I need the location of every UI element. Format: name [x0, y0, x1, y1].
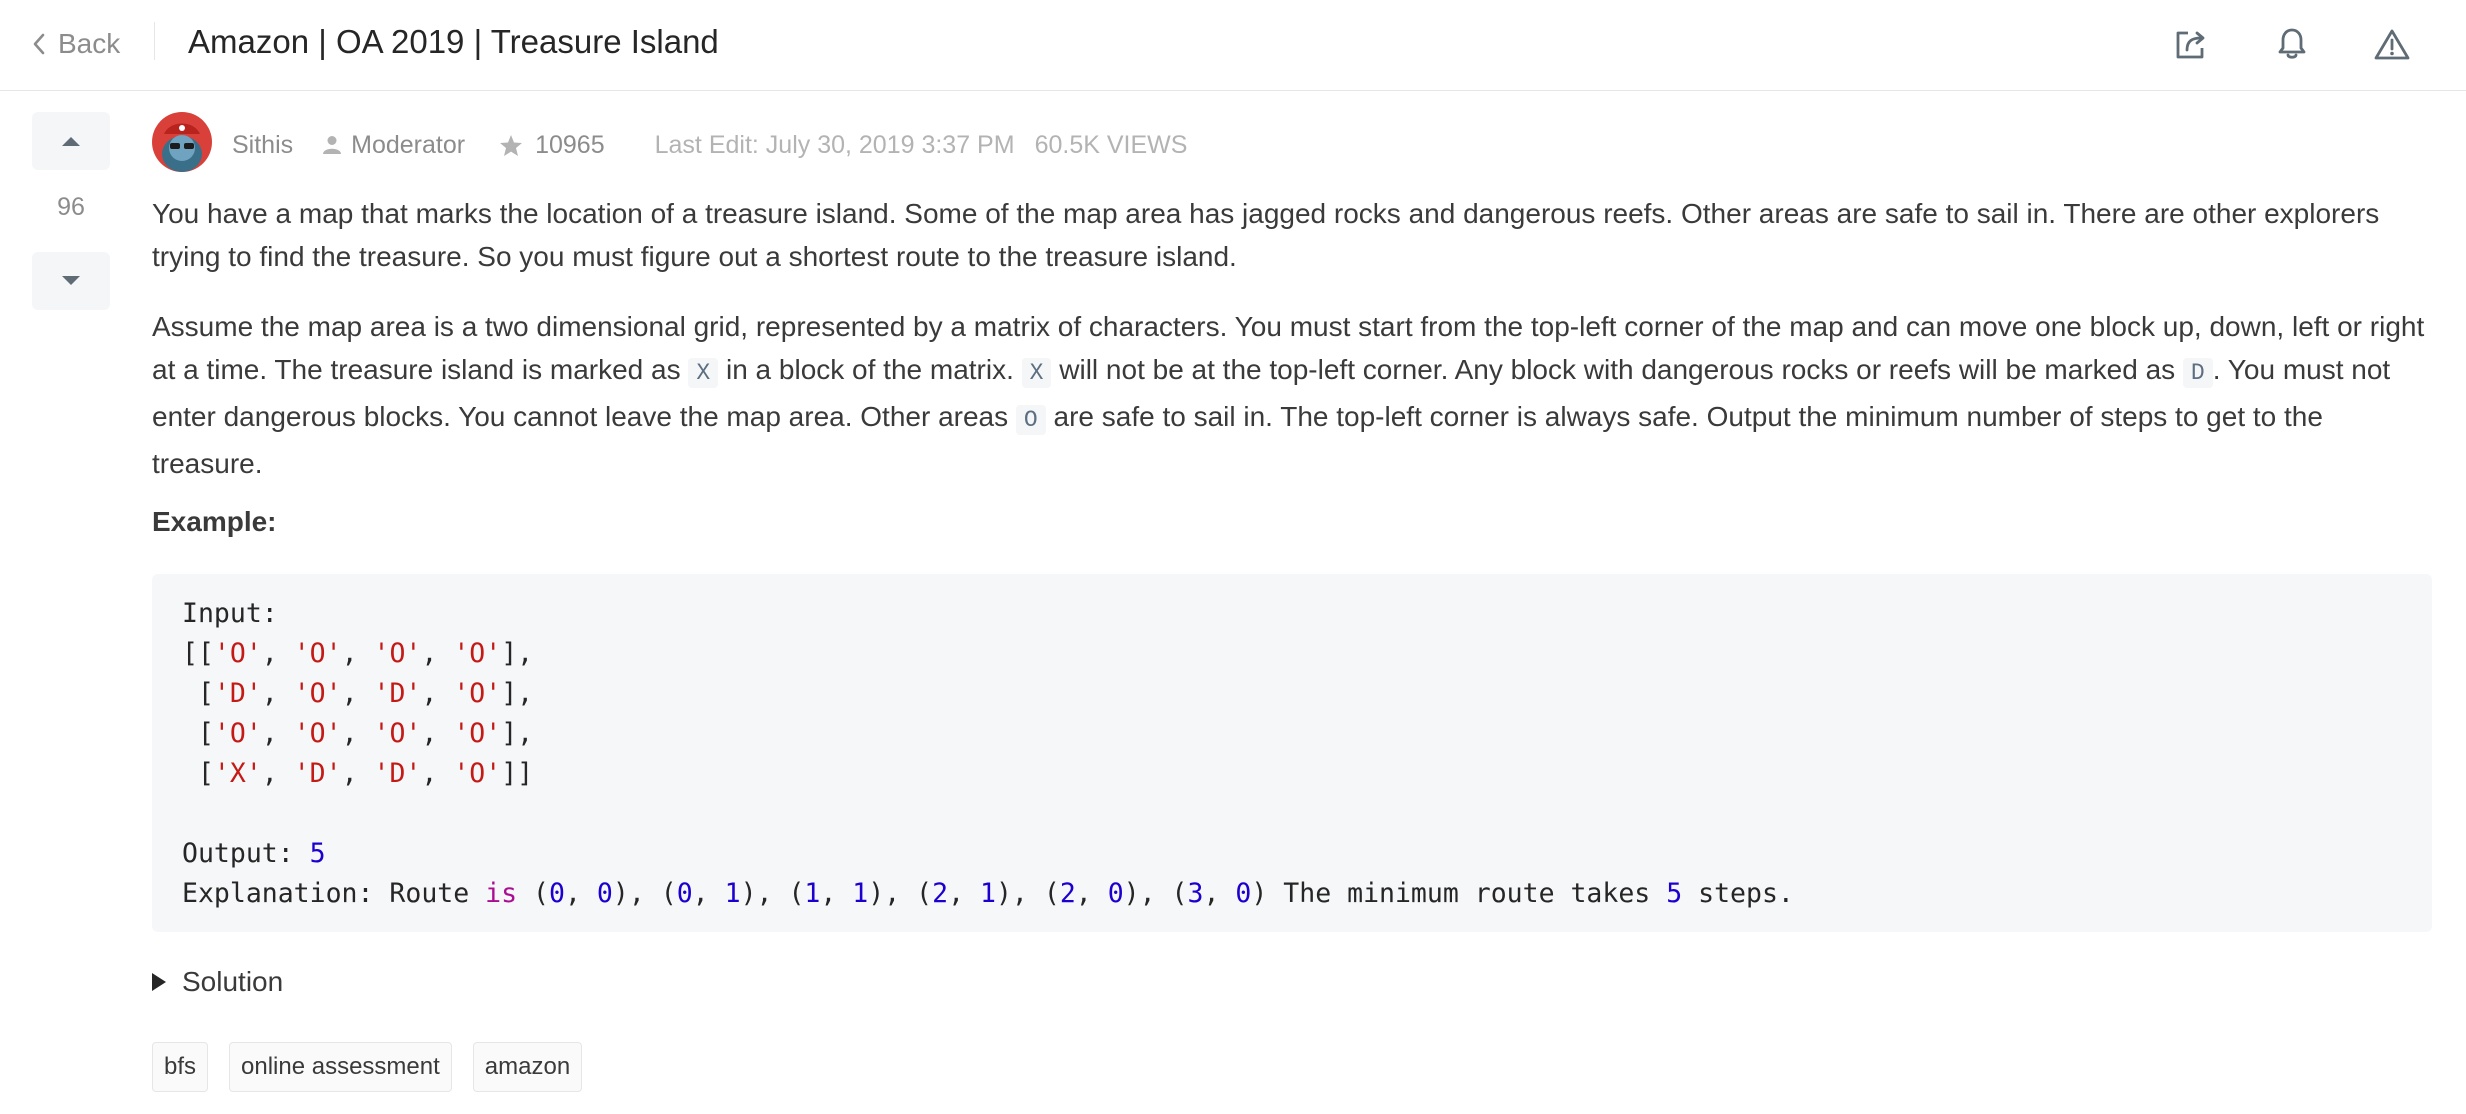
grid-cell: 'O' [453, 758, 502, 789]
page-title: Amazon | OA 2019 | Treasure Island [188, 23, 719, 60]
grid-cell: 'D' [373, 678, 422, 709]
steps-value: 5 [1666, 878, 1683, 909]
keyword: is [485, 878, 518, 909]
route-col: 0 [596, 878, 613, 909]
grid-cell: 'X' [213, 758, 262, 789]
route-row: 1 [804, 878, 821, 909]
disclosure-triangle-icon [152, 973, 166, 991]
caret-down-icon [62, 276, 80, 285]
grid-cell: 'O' [453, 638, 502, 669]
top-bar: Back Amazon | OA 2019 | Treasure Island [0, 0, 2466, 91]
reputation-count: 10965 [535, 130, 605, 159]
inline-code-d: D [2182, 358, 2213, 388]
grid-cell: 'O' [293, 678, 342, 709]
solution-toggle[interactable]: Solution [152, 962, 283, 1002]
code-line-grid-row: ['O', 'O', 'O', 'O'], [182, 718, 534, 749]
paragraph-intro: You have a map that marks the location o… [152, 198, 2380, 272]
route-row: 2 [932, 878, 949, 909]
grid-cell: 'D' [293, 758, 342, 789]
code-line-output: Output: 5 [182, 838, 326, 869]
grid-cell: 'O' [373, 718, 422, 749]
code-line-grid-row: ['D', 'O', 'D', 'O'], [182, 678, 534, 709]
tag-list: bfs online assessment amazon [152, 1042, 603, 1092]
code-line-explanation: Explanation: Route is (0, 0), (0, 1), (1… [182, 878, 1794, 909]
header-divider [154, 22, 155, 60]
caret-up-icon [62, 137, 80, 146]
downvote-button[interactable] [32, 252, 110, 310]
grid-cell: 'O' [373, 638, 422, 669]
back-button[interactable]: Back [32, 24, 120, 64]
code-line-grid-row: ['X', 'D', 'D', 'O']] [182, 758, 534, 789]
back-label: Back [58, 28, 121, 59]
avatar[interactable] [152, 112, 212, 172]
grid-cell: 'D' [213, 678, 262, 709]
chevron-left-icon [33, 33, 45, 55]
grid-cell: 'O' [453, 678, 502, 709]
last-edit: Last Edit: July 30, 2019 3:37 PM [654, 130, 1015, 159]
tag-amazon[interactable]: amazon [472, 1042, 583, 1092]
tag-online-assessment[interactable]: online assessment [229, 1042, 452, 1092]
route-row: 0 [676, 878, 693, 909]
route-col: 1 [852, 878, 869, 909]
example-heading: Example: [152, 506, 277, 537]
share-icon [2176, 31, 2205, 59]
grid-cell: 'O' [293, 638, 342, 669]
rules-text-2: in a block of the matrix. [718, 354, 1022, 385]
star-icon [500, 134, 523, 156]
vote-count: 96 [57, 193, 85, 221]
rules-text-3: will not be at the top-left corner. Any … [1051, 354, 2183, 385]
example-code-block: Input: [['O', 'O', 'O', 'O'], ['D', 'O', … [152, 574, 2432, 932]
grid-cell: 'O' [213, 638, 262, 669]
code-line-input-label: Input: [182, 598, 278, 629]
tag-bfs[interactable]: bfs [152, 1042, 209, 1092]
inline-code-x: X [688, 358, 719, 388]
grid-cell: 'O' [213, 718, 262, 749]
inline-code-o: O [1015, 405, 1046, 435]
moderator-badge: Moderator [323, 131, 465, 160]
grid-cell: 'O' [293, 718, 342, 749]
code-line-grid-row: [['O', 'O', 'O', 'O'], [182, 638, 534, 669]
post-body: You have a map that marks the location o… [152, 192, 2432, 512]
view-count: 60.5K VIEWS [1034, 130, 1188, 159]
author-name[interactable]: Sithis [232, 131, 293, 160]
route-row: 0 [549, 878, 565, 909]
route-row: 3 [1187, 878, 1204, 909]
paragraph-rules: Assume the map area is a two dimensional… [152, 305, 2432, 485]
report-button[interactable] [2374, 26, 2410, 62]
user-icon [323, 136, 342, 154]
reputation: 10965 [499, 131, 605, 160]
route-row: 2 [1059, 878, 1076, 909]
upvote-button[interactable] [32, 112, 110, 170]
output-value: 5 [309, 838, 326, 869]
warning-icon [2374, 29, 2410, 60]
inline-code-x: X [1021, 358, 1052, 388]
author-role: Moderator [351, 130, 466, 159]
route-col: 1 [724, 878, 741, 909]
grid-cell: 'D' [373, 758, 422, 789]
share-button[interactable] [2174, 26, 2210, 62]
route-col: 1 [980, 878, 996, 909]
route-col: 0 [1107, 878, 1124, 909]
solution-label: Solution [182, 966, 284, 997]
route-col: 0 [1235, 878, 1252, 909]
post-meta: Sithis Moderator 10965 Last Edit: July 3… [232, 128, 1187, 162]
bell-icon [2278, 28, 2306, 59]
grid-cell: 'O' [453, 718, 502, 749]
notification-button[interactable] [2274, 26, 2310, 62]
author-avatar-image [152, 112, 212, 172]
